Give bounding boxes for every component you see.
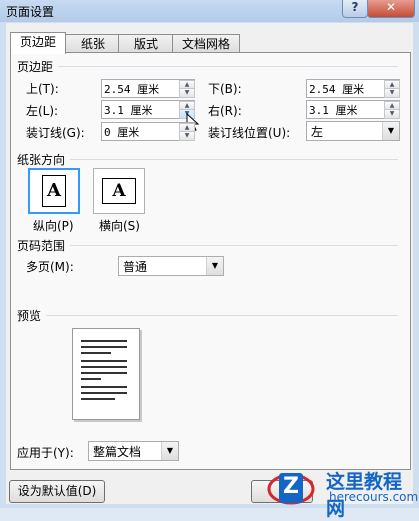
chevron-down-icon[interactable]: ▼ <box>382 122 399 140</box>
spin-down-icon[interactable]: ▼ <box>179 131 195 141</box>
preview-heading: 预览 <box>17 309 42 323</box>
close-button[interactable]: ✕ <box>367 0 415 18</box>
preview-separator <box>46 315 398 316</box>
orientation-heading: 纸张方向 <box>17 153 66 167</box>
landscape-label: 横向(S) <box>99 219 140 233</box>
portrait-button[interactable]: A <box>28 168 80 214</box>
landscape-page-icon: A <box>102 178 136 204</box>
chevron-down-icon[interactable]: ▼ <box>206 257 223 275</box>
preview-page <box>72 328 140 420</box>
tab-margins[interactable]: 页边距 <box>10 32 66 54</box>
help-button[interactable]: ? <box>342 0 368 18</box>
gutter-label: 装订线(G): <box>26 126 85 140</box>
apply-to-value: 整篇文档 <box>93 445 142 459</box>
portrait-label: 纵向(P) <box>33 219 74 233</box>
apply-to-label: 应用于(Y): <box>17 446 74 460</box>
gutter-value: 0 厘米 <box>104 126 140 139</box>
pages-heading: 页码范围 <box>17 239 66 253</box>
tab-document-grid[interactable]: 文档网格 <box>172 34 240 53</box>
multiple-pages-label: 多页(M): <box>26 260 74 274</box>
top-margin-spinner[interactable]: 2.54 厘米 ▲ ▼ <box>101 79 195 98</box>
right-margin-spinner[interactable]: 3.1 厘米 ▲ ▼ <box>306 100 400 119</box>
top-margin-label: 上(T): <box>26 82 59 96</box>
apply-to-select[interactable]: 整篇文档 ▼ <box>88 441 179 461</box>
orientation-separator <box>70 159 398 160</box>
pages-separator <box>70 245 398 246</box>
set-default-button[interactable]: 设为默认值(D) <box>9 480 105 503</box>
multiple-pages-value: 普通 <box>123 260 148 274</box>
watermark-logo-glyph: Z <box>283 474 299 499</box>
gutter-spinner[interactable]: 0 厘米 ▲ ▼ <box>101 122 195 141</box>
left-margin-value: 3.1 厘米 <box>104 104 153 117</box>
bottom-margin-value: 2.54 厘米 <box>309 83 365 96</box>
top-margin-value: 2.54 厘米 <box>104 83 160 96</box>
gutter-position-value: 左 <box>311 125 324 139</box>
watermark-url: herecours.com <box>329 490 419 504</box>
margins-heading: 页边距 <box>17 60 54 74</box>
gutter-position-select[interactable]: 左 ▼ <box>306 121 400 141</box>
spin-down-icon[interactable]: ▼ <box>384 88 400 98</box>
multiple-pages-select[interactable]: 普通 ▼ <box>118 256 224 276</box>
tab-layout[interactable]: 版式 <box>118 34 174 53</box>
landscape-button[interactable]: A <box>93 168 145 214</box>
spin-down-icon[interactable]: ▼ <box>384 109 400 119</box>
window-title: 页面设置 <box>6 5 55 19</box>
margins-separator <box>58 66 398 67</box>
right-margin-label: 右(R): <box>208 104 242 118</box>
tab-paper[interactable]: 纸张 <box>65 34 121 53</box>
bottom-margin-spinner[interactable]: 2.54 厘米 ▲ ▼ <box>306 79 400 98</box>
spin-down-icon[interactable]: ▼ <box>179 88 195 98</box>
chevron-down-icon[interactable]: ▼ <box>161 442 178 460</box>
portrait-page-icon: A <box>42 175 66 207</box>
left-margin-spinner[interactable]: 3.1 厘米 ▲▼ <box>101 100 195 119</box>
gutter-position-label: 装订线位置(U): <box>208 126 291 140</box>
bottom-margin-label: 下(B): <box>208 82 242 96</box>
right-margin-value: 3.1 厘米 <box>309 104 358 117</box>
left-margin-label: 左(L): <box>26 104 59 118</box>
